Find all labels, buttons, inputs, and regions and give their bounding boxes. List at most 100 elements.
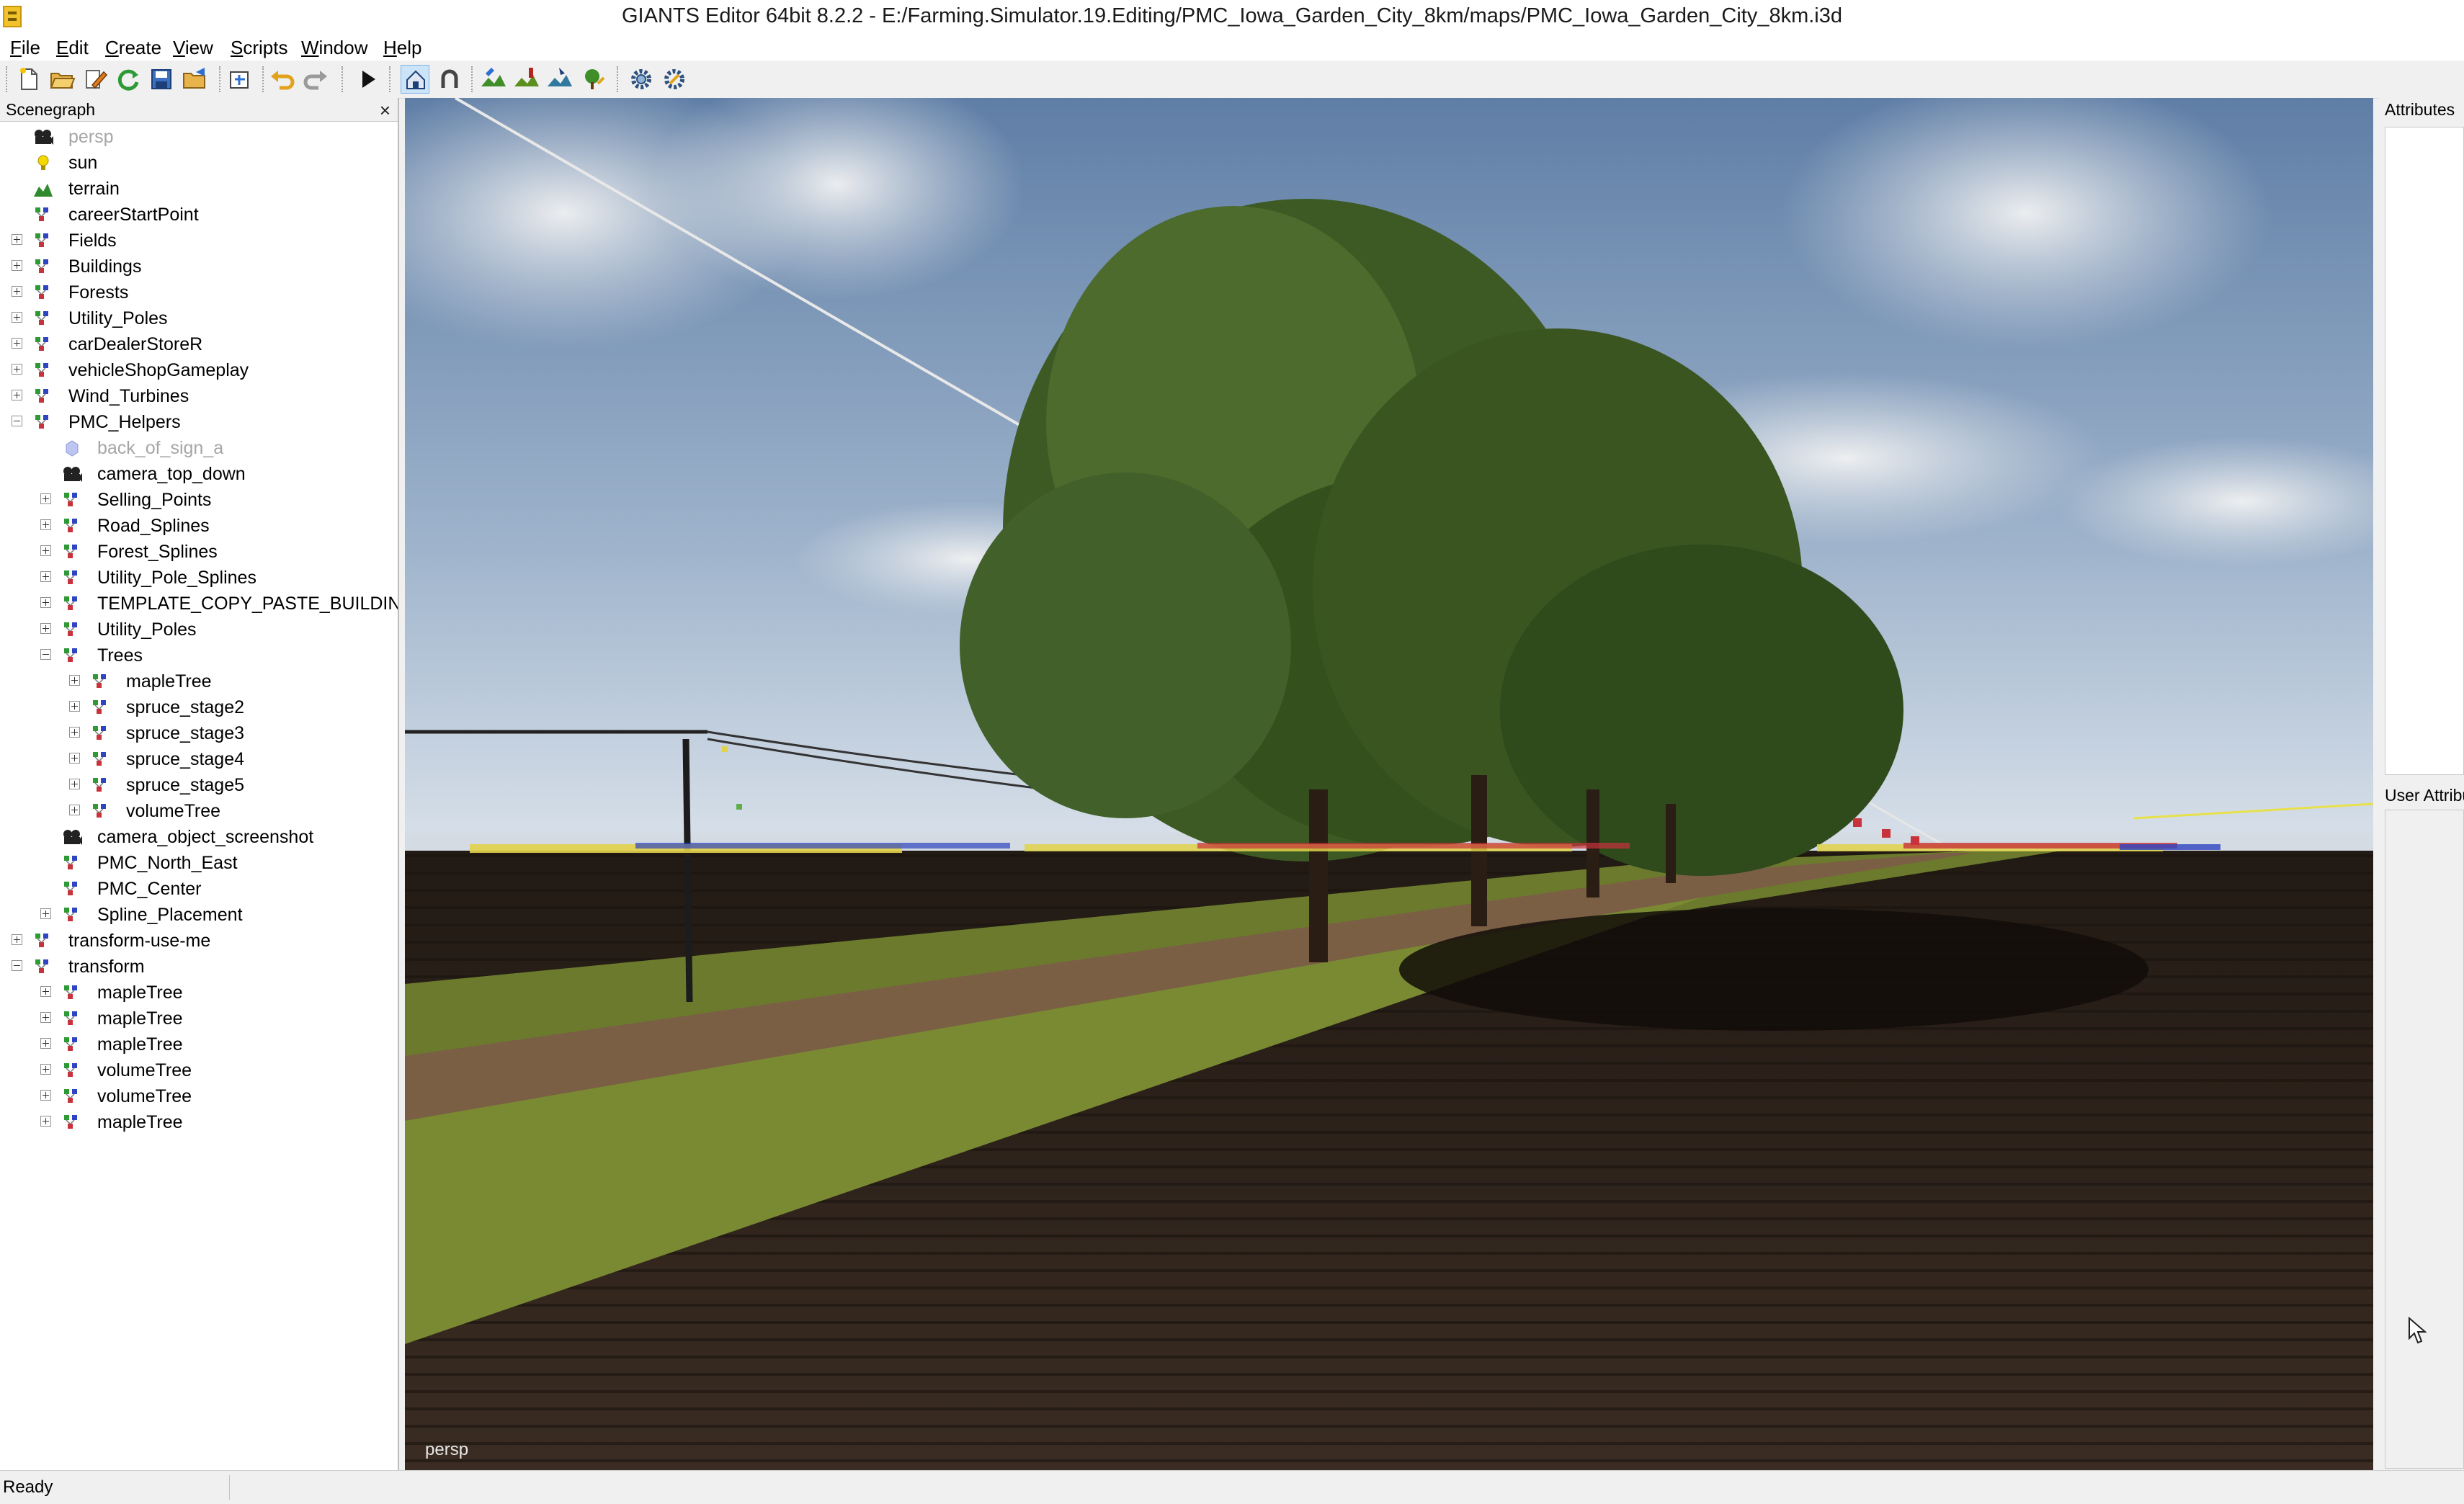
tree-paint-icon[interactable]: [578, 65, 607, 94]
attributes-content[interactable]: [2385, 127, 2464, 775]
toolbar-grip[interactable]: [6, 66, 9, 92]
scenegraph-tree[interactable]: persp sun terrain careerStartPoint Fields Bui…: [0, 124, 398, 1467]
expand-icon[interactable]: [69, 727, 80, 738]
scenegraph-node[interactable]: mapleTree: [0, 980, 398, 1006]
scenegraph-node[interactable]: vehicleShopGameplay: [0, 357, 398, 383]
scenegraph-node[interactable]: Road_Splines: [0, 513, 398, 539]
scenegraph-node[interactable]: Buildings: [0, 254, 398, 279]
scenegraph-node[interactable]: spruce_stage4: [0, 746, 398, 772]
scenegraph-node[interactable]: Selling_Points: [0, 487, 398, 513]
scenegraph-node[interactable]: TEMPLATE_COPY_PASTE_BUILDING: [0, 591, 398, 617]
scenegraph-node[interactable]: transform-use-me: [0, 928, 398, 954]
scenegraph-node[interactable]: camera_object_screenshot: [0, 824, 398, 850]
menu-create[interactable]: Create: [105, 36, 161, 59]
home-select-icon[interactable]: [401, 65, 429, 94]
expand-icon[interactable]: [12, 390, 22, 400]
scenegraph-node[interactable]: mapleTree: [0, 1109, 398, 1135]
expand-icon[interactable]: [12, 934, 22, 945]
scenegraph-node[interactable]: Spline_Placement: [0, 902, 398, 928]
expand-icon[interactable]: [40, 623, 51, 634]
scenegraph-node[interactable]: Utility_Pole_Splines: [0, 565, 398, 591]
scenegraph-node[interactable]: carDealerStoreR: [0, 331, 398, 357]
scenegraph-node[interactable]: mapleTree: [0, 668, 398, 694]
expand-icon[interactable]: [40, 519, 51, 530]
expand-icon[interactable]: [12, 312, 22, 323]
undo-icon[interactable]: [268, 65, 297, 94]
expand-icon[interactable]: [69, 675, 80, 686]
expand-icon[interactable]: [40, 571, 51, 582]
3d-viewport[interactable]: persp: [405, 98, 2373, 1470]
foliage-paint-icon[interactable]: [512, 65, 540, 94]
menu-scripts[interactable]: Scripts: [231, 36, 287, 59]
new-file-icon[interactable]: [14, 65, 43, 94]
expand-icon[interactable]: [40, 1064, 51, 1075]
collapse-icon[interactable]: [12, 960, 22, 971]
expand-icon[interactable]: [40, 1038, 51, 1049]
scenegraph-node[interactable]: Forest_Splines: [0, 539, 398, 565]
scenegraph-node[interactable]: volumeTree: [0, 1057, 398, 1083]
scenegraph-node[interactable]: Forests: [0, 279, 398, 305]
save-icon[interactable]: [147, 65, 176, 94]
expand-icon[interactable]: [40, 545, 51, 556]
edit-icon[interactable]: [81, 65, 110, 94]
expand-icon[interactable]: [40, 493, 51, 504]
expand-icon[interactable]: [40, 986, 51, 997]
scenegraph-node[interactable]: Trees: [0, 643, 398, 668]
expand-icon[interactable]: [12, 260, 22, 271]
menu-file[interactable]: File: [10, 36, 40, 59]
terrain-paint-icon[interactable]: [478, 65, 507, 94]
expand-icon[interactable]: [40, 1012, 51, 1023]
scenegraph-node[interactable]: transform: [0, 954, 398, 980]
scenegraph-node[interactable]: spruce_stage2: [0, 694, 398, 720]
expand-icon[interactable]: [12, 286, 22, 297]
expand-icon[interactable]: [69, 701, 80, 712]
expand-icon[interactable]: [40, 1090, 51, 1101]
play-icon[interactable]: [353, 65, 382, 94]
scenegraph-node[interactable]: careerStartPoint: [0, 202, 398, 228]
open-folder-icon[interactable]: [48, 65, 76, 94]
expand-icon[interactable]: [12, 338, 22, 349]
scenegraph-node[interactable]: volumeTree: [0, 1083, 398, 1109]
reload-icon[interactable]: [114, 65, 143, 94]
scenegraph-node[interactable]: persp: [0, 124, 398, 150]
scenegraph-node[interactable]: Utility_Poles: [0, 617, 398, 643]
menu-window[interactable]: Window: [301, 36, 367, 59]
expand-icon[interactable]: [69, 753, 80, 764]
scenegraph-node[interactable]: Fields: [0, 228, 398, 254]
expand-icon[interactable]: [12, 364, 22, 375]
expand-icon[interactable]: [12, 234, 22, 245]
scenegraph-node[interactable]: volumeTree: [0, 798, 398, 824]
scenegraph-node[interactable]: mapleTree: [0, 1031, 398, 1057]
scenegraph-node[interactable]: spruce_stage3: [0, 720, 398, 746]
scenegraph-node[interactable]: camera_top_down: [0, 461, 398, 487]
expand-icon[interactable]: [40, 597, 51, 608]
scenegraph-node[interactable]: mapleTree: [0, 1006, 398, 1031]
expand-icon[interactable]: [69, 805, 80, 815]
import-icon[interactable]: [225, 65, 254, 94]
expand-icon[interactable]: [40, 1116, 51, 1127]
scenegraph-node[interactable]: sun: [0, 150, 398, 176]
terrain-sculpt-icon[interactable]: [545, 65, 573, 94]
scenegraph-node[interactable]: Utility_Poles: [0, 305, 398, 331]
scenegraph-node[interactable]: PMC_Helpers: [0, 409, 398, 435]
magnet-icon[interactable]: [435, 65, 464, 94]
scenegraph-node[interactable]: PMC_North_East: [0, 850, 398, 876]
scenegraph-node[interactable]: spruce_stage5: [0, 772, 398, 798]
menu-view[interactable]: View: [173, 36, 213, 59]
user-attributes-content[interactable]: [2385, 810, 2464, 1469]
settings-icon[interactable]: [627, 65, 656, 94]
close-icon[interactable]: ×: [380, 99, 390, 122]
redo-icon[interactable]: [301, 65, 330, 94]
scenegraph-node[interactable]: terrain: [0, 176, 398, 202]
expand-icon[interactable]: [40, 908, 51, 919]
tools-icon[interactable]: [660, 65, 689, 94]
scenegraph-node[interactable]: back_of_sign_a: [0, 435, 398, 461]
menu-edit[interactable]: Edit: [56, 36, 89, 59]
scenegraph-node[interactable]: PMC_Center: [0, 876, 398, 902]
menu-help[interactable]: Help: [383, 36, 421, 59]
export-icon[interactable]: [180, 65, 209, 94]
collapse-icon[interactable]: [40, 649, 51, 660]
expand-icon[interactable]: [69, 779, 80, 789]
collapse-icon[interactable]: [12, 416, 22, 426]
scenegraph-node[interactable]: Wind_Turbines: [0, 383, 398, 409]
